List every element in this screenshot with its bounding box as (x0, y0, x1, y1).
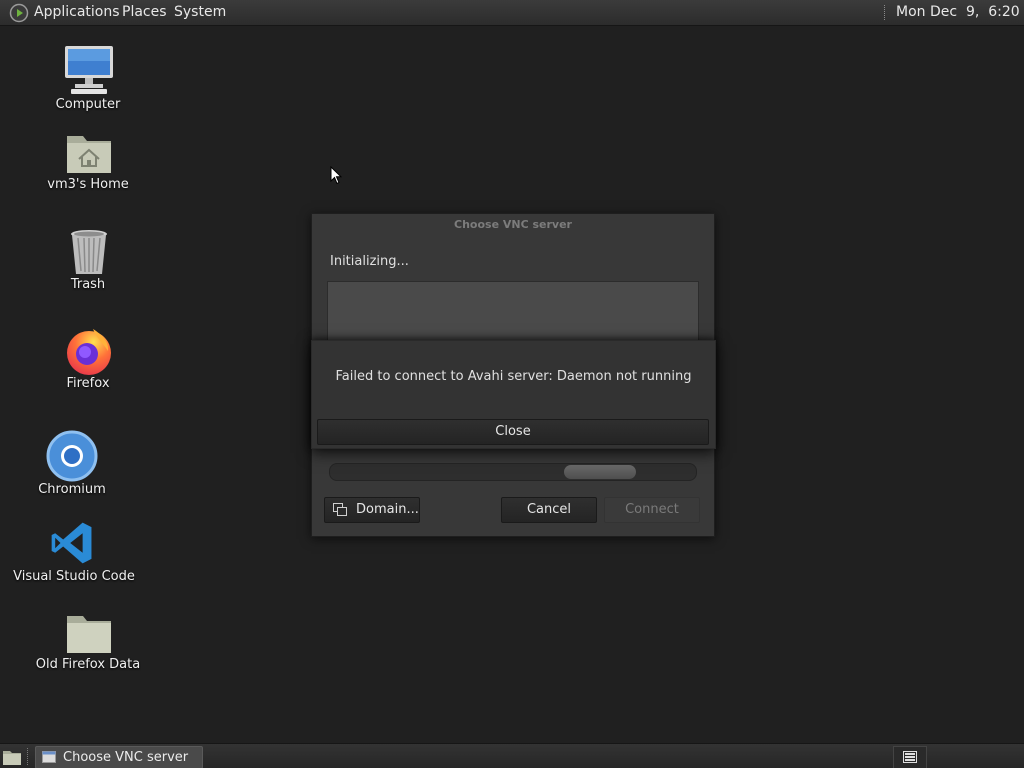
desktop-icon-home[interactable]: vm3's Home (23, 126, 153, 206)
places-menu[interactable]: Places (122, 4, 167, 21)
panel-separator (27, 748, 28, 765)
home-folder-icon (67, 136, 111, 173)
computer-icon (65, 46, 113, 94)
distro-logo-icon[interactable] (9, 3, 29, 23)
desktop-icon-vscode[interactable]: Visual Studio Code (9, 520, 139, 590)
desktop-icon-label: Computer (55, 97, 121, 112)
domain-icon (333, 503, 347, 516)
window-icon (42, 751, 56, 763)
status-text: Initializing... (330, 254, 409, 269)
desktop-icon-label: Old Firefox Data (35, 657, 141, 672)
progress-pulse (564, 465, 636, 479)
applications-menu[interactable]: Applications (34, 4, 120, 21)
desktop-icon-chromium[interactable]: Chromium (7, 430, 137, 510)
taskbar-window-button[interactable]: Choose VNC server (35, 746, 203, 768)
progress-bar (329, 463, 697, 481)
cancel-button[interactable]: Cancel (501, 497, 597, 523)
firefox-icon (67, 329, 111, 375)
close-button[interactable]: Close (317, 419, 709, 445)
desktop: Applications Places System Mon Dec 9, 6:… (0, 0, 1024, 768)
bottom-panel: Choose VNC server (0, 743, 1024, 768)
desktop-icon-label: Visual Studio Code (13, 569, 135, 584)
desktop-icon-label: Firefox (66, 376, 110, 391)
system-menu[interactable]: System (174, 4, 226, 21)
workspace-switcher[interactable] (893, 746, 927, 768)
top-panel: Applications Places System Mon Dec 9, 6:… (0, 0, 1024, 26)
vscode-icon (51, 522, 92, 564)
dialog-title[interactable]: Choose VNC server (312, 214, 714, 236)
workspace-icon (903, 751, 917, 763)
panel-separator (884, 5, 887, 20)
chromium-icon (46, 430, 98, 482)
show-desktop-icon[interactable] (2, 748, 22, 766)
desktop-icon-trash[interactable]: Trash (23, 226, 153, 306)
domain-button-label: Domain... (356, 502, 419, 517)
error-dialog: Failed to connect to Avahi server: Daemo… (311, 340, 716, 449)
desktop-icon-label: Chromium (38, 482, 106, 497)
desktop-icon-computer[interactable]: Computer (23, 44, 153, 124)
folder-icon (67, 616, 111, 653)
mouse-pointer-icon (330, 166, 342, 185)
connect-button[interactable]: Connect (604, 497, 700, 523)
desktop-icon-firefox[interactable]: Firefox (23, 325, 153, 405)
error-message: Failed to connect to Avahi server: Daemo… (335, 369, 692, 384)
clock[interactable]: Mon Dec 9, 6:20 AM (896, 4, 1024, 21)
desktop-icon-label: vm3's Home (47, 177, 129, 192)
taskbar-window-label: Choose VNC server (63, 750, 189, 765)
domain-button[interactable]: Domain... (324, 497, 420, 523)
desktop-icon-old-firefox-data[interactable]: Old Firefox Data (23, 606, 153, 686)
trash-icon (71, 230, 107, 274)
desktop-icon-label: Trash (70, 277, 106, 292)
